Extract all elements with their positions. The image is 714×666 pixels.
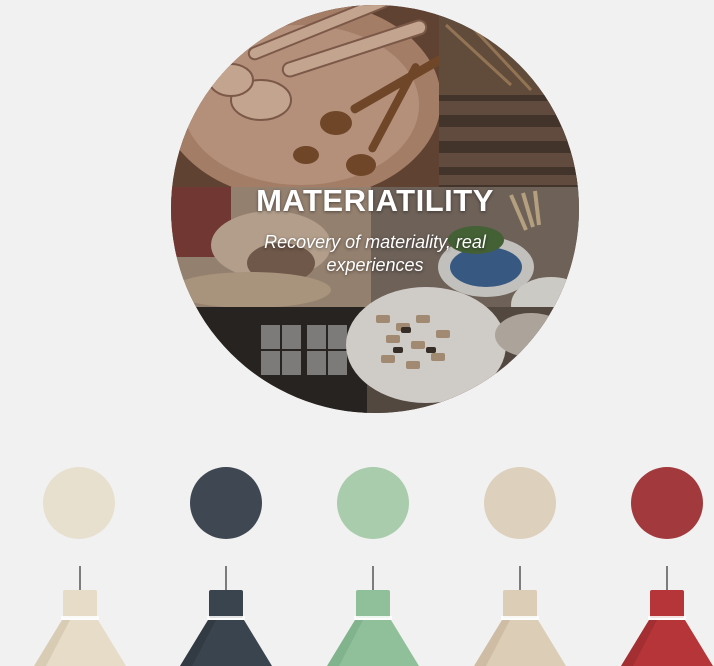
moodboard-canvas: MATERIATILITY Recovery of materiality, r… (0, 0, 714, 666)
pendant-lamp-slate (178, 566, 274, 666)
hero-subtitle: Recovery of materiality, real experience… (264, 232, 486, 275)
lamp-shade-graphic (327, 566, 419, 666)
pendant-lamp-red (619, 566, 714, 666)
hero-title: MATERIATILITY (256, 183, 494, 218)
lamp-cap (650, 590, 684, 618)
swatch-sage (337, 467, 409, 539)
pendant-lamp-cream (32, 566, 128, 666)
swatch-slate (190, 467, 262, 539)
swatch-red (631, 467, 703, 539)
lamp-band (501, 616, 539, 620)
lamp-shade-graphic (621, 566, 713, 666)
pendant-lamp-sand (472, 566, 568, 666)
lamp-band (648, 616, 686, 620)
lamp-cap (209, 590, 243, 618)
lamp-cap (503, 590, 537, 618)
swatch-sand (484, 467, 556, 539)
lamp-cap (356, 590, 390, 618)
swatch-cream (43, 467, 115, 539)
materiality-collage: MATERIATILITY Recovery of materiality, r… (171, 5, 579, 413)
lamp-shade-graphic (474, 566, 566, 666)
lamp-band (354, 616, 392, 620)
lamp-band (207, 616, 245, 620)
lamp-cap (63, 590, 97, 618)
pendant-lamp-sage (325, 566, 421, 666)
lamp-shade-graphic (34, 566, 126, 666)
lamp-shade-graphic (180, 566, 272, 666)
lamp-band (61, 616, 99, 620)
